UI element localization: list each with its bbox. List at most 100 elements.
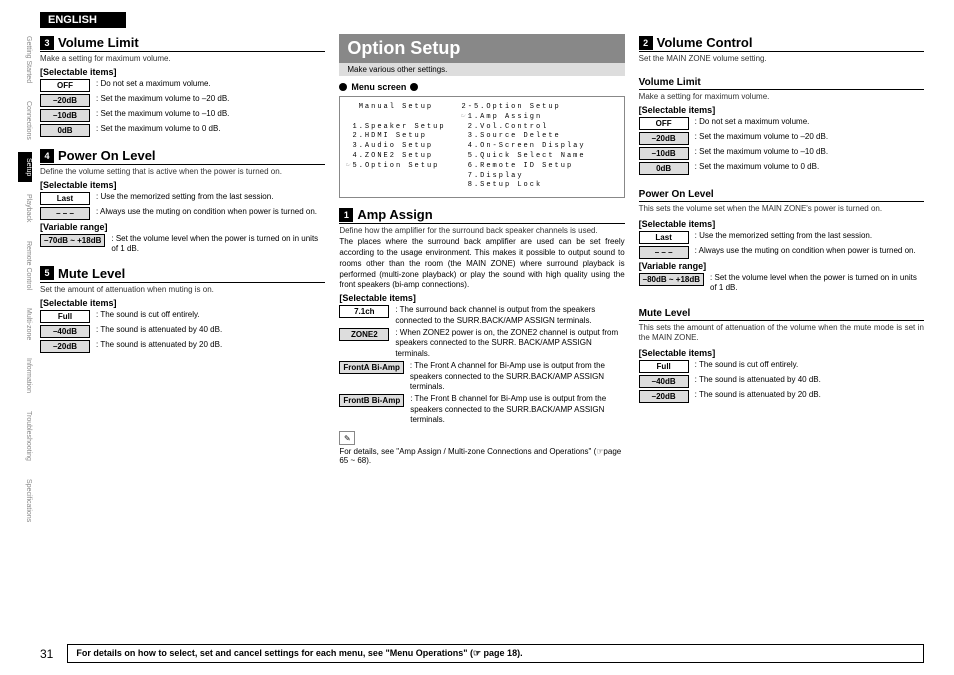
mute-title: 5Mute Level bbox=[40, 265, 325, 283]
item-tag: –10dB bbox=[639, 147, 689, 160]
item-row: – – – Always use the muting on condition … bbox=[40, 207, 325, 220]
item-tag: 0dB bbox=[40, 124, 90, 137]
item-row: FullThe sound is cut off entirely. bbox=[40, 310, 325, 323]
item-row: –20dBThe sound is attenuated by 20 dB. bbox=[639, 390, 924, 403]
item-desc: Set the maximum volume to –20 dB. bbox=[96, 94, 325, 104]
item-desc: Set the volume level when the power is t… bbox=[710, 273, 924, 294]
item-desc: Do not set a maximum volume. bbox=[96, 79, 325, 89]
item-row: OFFDo not set a maximum volume. bbox=[639, 117, 924, 130]
item-tag: Last bbox=[40, 192, 90, 205]
item-tag: –20dB bbox=[40, 94, 90, 107]
item-desc: Use the memorized setting from the last … bbox=[695, 231, 924, 241]
item-desc: Set the maximum volume to –10 dB. bbox=[96, 109, 325, 119]
item-desc: Always use the muting on condition when … bbox=[96, 207, 325, 217]
item-desc: Do not set a maximum volume. bbox=[695, 117, 924, 127]
item-list: Last Use the memorized setting from the l… bbox=[639, 231, 924, 259]
item-list: OFFDo not set a maximum volume. –20dB Set … bbox=[639, 117, 924, 175]
tab-setup[interactable]: Setup bbox=[18, 152, 32, 182]
selectable-head: [Selectable items] bbox=[40, 67, 325, 77]
item-row: 0dBSet the maximum volume to 0 dB. bbox=[639, 162, 924, 175]
selectable-head: [Selectable items] bbox=[639, 105, 924, 115]
tab-multi-zone[interactable]: Multi-zone bbox=[18, 302, 32, 346]
item-desc: Set the maximum volume to 0 dB. bbox=[96, 124, 325, 134]
item-tag: Last bbox=[639, 231, 689, 244]
item-desc: Set the maximum volume to –20 dB. bbox=[695, 132, 924, 142]
amp-ref: For details, see "Amp Assign / Multi-zon… bbox=[339, 447, 624, 465]
item-row: FrontB Bi-AmpThe Front B channel for Bi-… bbox=[339, 394, 624, 425]
item-desc: Set the maximum volume to –10 dB. bbox=[695, 147, 924, 157]
dot-icon bbox=[339, 83, 347, 91]
selectable-head: [Selectable items] bbox=[40, 180, 325, 190]
item-desc: The sound is attenuated by 20 dB. bbox=[695, 390, 924, 400]
item-tag: –70dB ~ +18dB bbox=[40, 234, 105, 247]
item-row: FrontA Bi-Amp The Front A channel for Bi-… bbox=[339, 361, 624, 392]
caption: Make a setting for maximum volume. bbox=[40, 52, 325, 65]
item-desc: The Front A channel for Bi-Amp use is ou… bbox=[410, 361, 625, 392]
item-row: –20dB The sound is attenuated by 20 dB. bbox=[40, 340, 325, 353]
selectable-head: [Selectable items] bbox=[639, 348, 924, 358]
item-tag: –20dB bbox=[639, 132, 689, 145]
item-tag: –80dB ~ +18dB bbox=[639, 273, 704, 286]
tab-remote-control[interactable]: Remote Control bbox=[18, 235, 32, 296]
item-tag: 0dB bbox=[639, 162, 689, 175]
item-row: FullThe sound is cut off entirely. bbox=[639, 360, 924, 373]
item-desc: The sound is attenuated by 20 dB. bbox=[96, 340, 325, 350]
item-row: –80dB ~ +18dB Set the volume level when t… bbox=[639, 273, 924, 294]
volume-control-title: 2Volume Control bbox=[639, 34, 924, 52]
option-setup-sub: Make various other settings. bbox=[339, 63, 624, 76]
page-number: 31 bbox=[40, 647, 53, 661]
side-tabs: Getting Started Connections Setup Playback R… bbox=[18, 30, 32, 550]
item-row: –40dBThe sound is attenuated by 40 dB. bbox=[639, 375, 924, 388]
tab-information[interactable]: Information bbox=[18, 352, 32, 399]
selectable-head: [Selectable items] bbox=[339, 293, 624, 303]
caption: Make a setting for maximum volume. bbox=[639, 90, 924, 103]
option-setup-title: Option Setup bbox=[339, 34, 624, 63]
item-row: 7.1chThe surround back channel is output… bbox=[339, 305, 624, 326]
item-row: –40dB The sound is attenuated by 40 dB. bbox=[40, 325, 325, 338]
column-middle: Option Setup Make various other settings… bbox=[339, 34, 624, 465]
column-right: 2Volume Control Set the MAIN ZONE volume… bbox=[639, 34, 924, 465]
item-desc: The sound is attenuated by 40 dB. bbox=[695, 375, 924, 385]
item-desc: The Front B channel for Bi-Amp use is ou… bbox=[410, 394, 624, 425]
tab-troubleshooting[interactable]: Troubleshooting bbox=[18, 405, 32, 467]
caption: Set the MAIN ZONE volume setting. bbox=[639, 52, 924, 65]
sub-mute: Mute Level bbox=[639, 308, 924, 321]
item-tag: – – – bbox=[40, 207, 90, 220]
item-tag: – – – bbox=[639, 246, 689, 259]
item-row: –20dB Set the maximum volume to –20 dB. bbox=[40, 94, 325, 107]
item-desc: When ZONE2 power is on, the ZONE2 channe… bbox=[395, 328, 624, 359]
item-list: FullThe sound is cut off entirely. –40dBT… bbox=[639, 360, 924, 403]
caption: Define the volume setting that is active… bbox=[40, 165, 325, 178]
tab-getting-started[interactable]: Getting Started bbox=[18, 30, 32, 89]
item-row: 0dB Set the maximum volume to 0 dB. bbox=[40, 124, 325, 137]
selectable-head: [Selectable items] bbox=[639, 219, 924, 229]
tab-playback[interactable]: Playback bbox=[18, 188, 32, 228]
variable-head: [Variable range] bbox=[40, 222, 325, 232]
item-row: OFFDo not set a maximum volume. bbox=[40, 79, 325, 92]
item-tag: –20dB bbox=[40, 340, 90, 353]
item-row: –10dB Set the maximum volume to –10 dB. bbox=[639, 147, 924, 160]
item-tag: Full bbox=[40, 310, 90, 323]
tab-specifications[interactable]: Specifications bbox=[18, 473, 32, 528]
item-desc: Set the volume level when the power is t… bbox=[111, 234, 325, 255]
sub-power-on: Power On Level bbox=[639, 189, 924, 202]
footer: 31 For details on how to select, set and… bbox=[40, 644, 924, 663]
selectable-head: [Selectable items] bbox=[40, 298, 325, 308]
footer-note: For details on how to select, set and ca… bbox=[67, 644, 924, 663]
item-tag: –10dB bbox=[40, 109, 90, 122]
caption: Set the amount of attenuation when mutin… bbox=[40, 283, 325, 296]
item-tag: Full bbox=[639, 360, 689, 373]
language-label: ENGLISH bbox=[40, 12, 126, 28]
item-list: –70dB ~ +18dB Set the volume level when t… bbox=[40, 234, 325, 255]
column-left: 3Volume Limit Make a setting for maximum… bbox=[40, 34, 325, 465]
item-desc: The sound is attenuated by 40 dB. bbox=[96, 325, 325, 335]
item-tag: FrontA Bi-Amp bbox=[339, 361, 404, 374]
item-tag: 7.1ch bbox=[339, 305, 389, 318]
menu-screen-head: Menu screen bbox=[339, 82, 624, 92]
caption: This sets the volume set when the MAIN Z… bbox=[639, 202, 924, 217]
tab-connections[interactable]: Connections bbox=[18, 95, 32, 146]
item-tag: –40dB bbox=[40, 325, 90, 338]
item-row: LastUse the memorized setting from the l… bbox=[40, 192, 325, 205]
sub-volume-limit: Volume Limit bbox=[639, 77, 924, 90]
caption: Define how the amplifier for the surroun… bbox=[339, 224, 624, 237]
